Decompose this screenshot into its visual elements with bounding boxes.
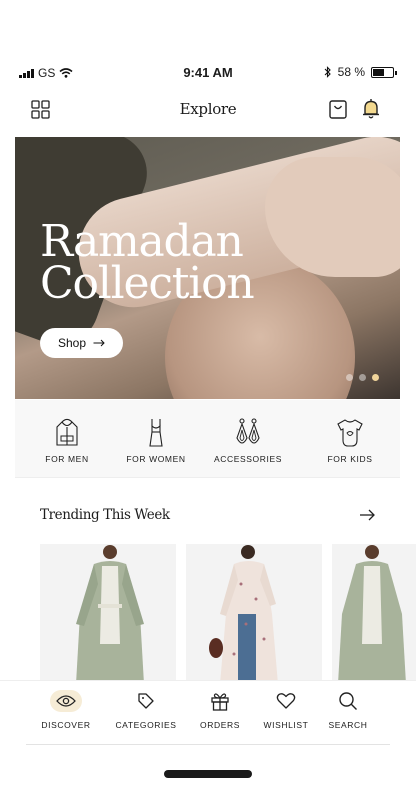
battery-percent: 58 % [337,65,365,79]
category-label: ACCESSORIES [213,454,282,464]
tab-label: ORDERS [200,720,240,730]
product-card[interactable] [40,544,176,682]
heart-icon [276,693,296,709]
tab-discover[interactable]: DISCOVER [36,681,96,741]
battery-icon [371,66,397,78]
status-right: 58 % [324,65,397,79]
tab-label: WISHLIST [263,720,309,730]
home-indicator[interactable] [164,770,252,778]
bottom-tab-bar: DISCOVER CATEGORIES ORDERS WISHLIST SEAR… [0,680,416,746]
product-carousel [40,544,416,682]
tab-label: CATEGORIES [115,720,177,730]
hero-headline: Ramadan Collection [40,216,255,309]
search-icon [339,692,357,710]
carousel-dot[interactable] [359,374,366,381]
product-image [209,545,278,682]
eye-icon [56,695,76,707]
tab-label: SEARCH [328,720,368,730]
tag-icon [138,693,154,709]
product-card[interactable] [332,544,416,682]
status-bar: GS 9:41 AM 58 % [0,62,416,84]
hero-banner[interactable]: Ramadan Collection Shop [15,137,400,399]
category-label: FOR MEN [45,454,89,464]
hoodie-icon [56,418,78,446]
category-for-women[interactable]: FOR WOMEN [115,400,197,478]
onesie-icon [337,419,363,447]
carousel-dots [346,374,379,381]
gift-icon [211,693,229,711]
page-title: Explore [179,100,237,118]
tab-categories[interactable]: CATEGORIES [112,681,180,741]
carousel-dot-active[interactable] [372,374,379,381]
shopping-bag-icon[interactable] [328,98,348,120]
category-accessories[interactable]: ACCESSORIES [201,400,295,478]
tab-orders[interactable]: ORDERS [194,681,246,741]
shop-button-label: Shop [57,336,87,350]
arrow-right-icon[interactable] [358,507,376,523]
category-for-men[interactable]: FOR MEN [15,400,119,478]
arrow-right-icon [93,339,105,347]
tab-active-pill [50,690,82,712]
carousel-dot[interactable] [346,374,353,381]
section-title-trending: Trending This Week [40,507,170,523]
hero-headline-line2: Collection [40,258,255,309]
product-card[interactable] [186,544,322,682]
product-image [76,545,144,682]
tab-search[interactable]: SEARCH [322,681,374,741]
tab-wishlist[interactable]: WISHLIST [260,681,312,741]
category-row: FOR MEN FOR WOMEN ACCESSORIES FOR KIDS [15,400,400,478]
battery-fill [373,68,385,76]
tab-label: DISCOVER [41,720,91,730]
category-for-kids[interactable]: FOR KIDS [307,400,393,478]
category-label: FOR WOMEN [126,454,186,464]
shop-button[interactable]: Shop [40,328,123,358]
earrings-icon [236,418,260,444]
dress-icon [149,419,163,447]
tab-bar-divider [26,744,390,745]
hero-headline-line1: Ramadan [40,216,244,267]
bell-icon[interactable] [361,98,381,120]
top-nav: Explore [0,94,416,126]
category-label: FOR KIDS [327,454,373,464]
bluetooth-icon [324,66,331,78]
product-image [338,545,406,682]
